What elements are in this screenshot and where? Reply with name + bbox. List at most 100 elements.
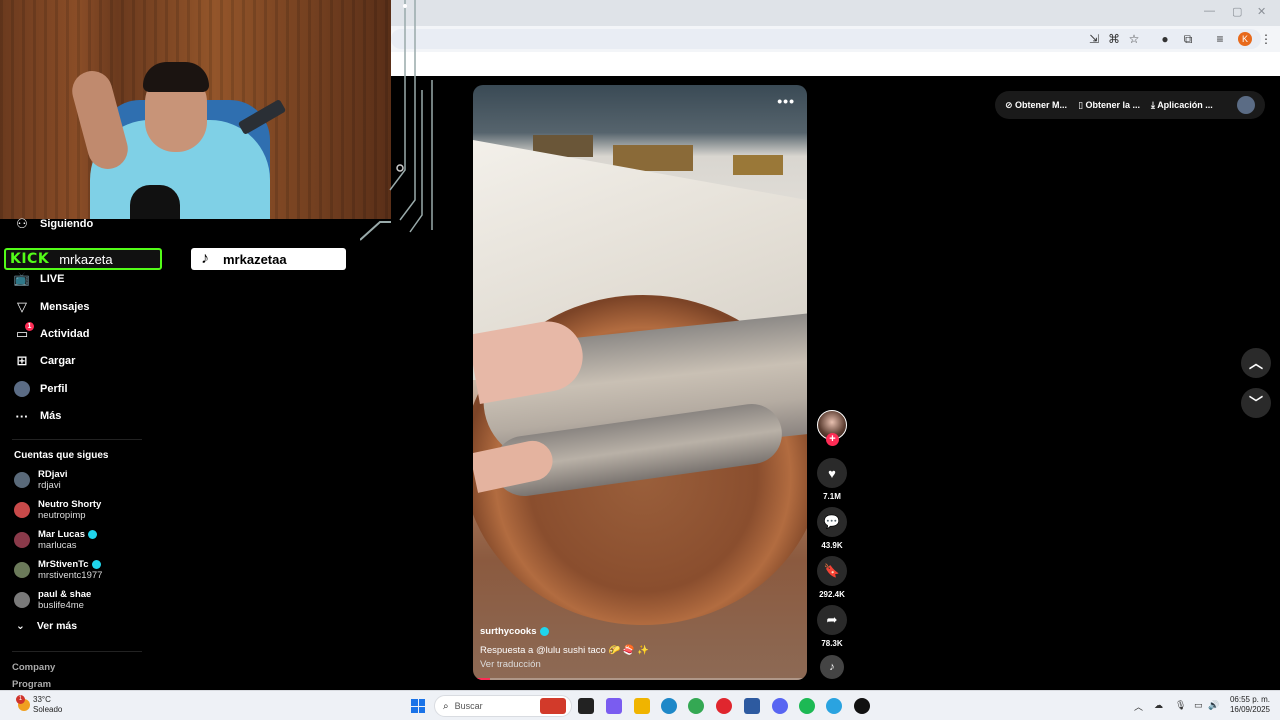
show-hidden-icons[interactable]: ︿ <box>1134 700 1143 713</box>
like-count: 7.1M <box>823 492 841 501</box>
spotify-icon[interactable] <box>799 698 815 714</box>
close-window-button[interactable]: ✕ <box>1257 5 1266 18</box>
upload-plus-icon: ⊞ <box>16 353 28 368</box>
sidebar-item-cargar[interactable]: ⊞ Cargar <box>14 351 76 371</box>
get-app-bar: ⊘ Obtener M... ▯ Obtener la ... ⤓ Aplica… <box>995 91 1265 119</box>
avatar <box>14 502 30 518</box>
windows-taskbar: 33°CSoleado ⌕ Buscar ︿ ☁ 🎙 ▭ 🔊 06:55 p. … <box>0 690 1280 720</box>
task-view-icon[interactable] <box>578 698 594 714</box>
video-author[interactable]: surthycooks <box>480 626 537 637</box>
browser-menu-icon[interactable]: ⋮ <box>1259 32 1273 46</box>
user-avatar[interactable] <box>1237 96 1255 114</box>
messages-send-icon: ▽ <box>17 299 27 314</box>
bookmark-star-icon[interactable]: ☆ <box>1127 32 1141 46</box>
like-action[interactable]: ♥ 7.1M <box>817 458 847 501</box>
video-more-options-icon[interactable]: ••• <box>777 93 795 109</box>
tiktok-channel-badge: ♪ mrkazetaa <box>191 248 346 270</box>
browser-profile-avatar[interactable]: K <box>1238 32 1252 46</box>
sidebar-item-actividad[interactable]: ▭ 1 Actividad <box>14 322 90 344</box>
bookmark-bar <box>391 52 1280 76</box>
profile-avatar <box>14 381 30 397</box>
see-more-button[interactable]: ⌄ Ver más <box>16 620 77 632</box>
tiktok-logo-icon: ♪ <box>201 250 209 267</box>
sun-icon <box>16 695 30 711</box>
comment-count: 43.9K <box>821 541 843 550</box>
widgets-icon[interactable] <box>540 698 566 714</box>
microphone <box>130 185 180 219</box>
save-count: 292.4K <box>819 590 845 599</box>
edge-icon[interactable] <box>661 698 677 714</box>
save-action[interactable]: 🔖 292.4K <box>817 556 847 599</box>
sidebar-item-siguiendo[interactable]: ⚇ Siguiendo <box>14 214 93 234</box>
followed-account[interactable]: Mar Lucas marlucas <box>14 526 97 554</box>
minimize-button[interactable]: — <box>1204 5 1215 17</box>
see-translation-link[interactable]: Ver traducción <box>480 659 780 670</box>
reading-list-icon[interactable]: ≡ <box>1213 32 1227 46</box>
followed-account[interactable]: MrStivenTc mrstiventc1977 <box>14 556 102 584</box>
following-accounts-title: Cuentas que sigues <box>14 450 109 461</box>
avatar <box>14 562 30 578</box>
install-app-icon[interactable]: ⇲ <box>1087 32 1101 46</box>
share-arrow-icon[interactable]: ➦ <box>817 605 847 635</box>
discord-icon[interactable] <box>772 698 788 714</box>
opera-icon[interactable] <box>716 698 732 714</box>
browser-tab-strip: — ▢ ✕ <box>391 0 1280 26</box>
extensions-puzzle-icon[interactable]: ⧉ <box>1181 32 1195 46</box>
more-dots-icon: ··· <box>15 408 29 424</box>
verified-badge-icon <box>88 529 97 539</box>
previous-video-button[interactable]: ︿ <box>1241 348 1271 378</box>
maximize-button[interactable]: ▢ <box>1232 5 1242 18</box>
sidebar-item-mensajes[interactable]: ▽ Mensajes <box>14 297 90 317</box>
store-icon[interactable] <box>744 698 760 714</box>
translate-icon[interactable]: ⌘ <box>1107 32 1121 46</box>
avatar <box>14 532 30 548</box>
windows-start-icon[interactable] <box>411 699 425 713</box>
weather-widget[interactable]: 33°CSoleado <box>16 695 62 715</box>
system-clock[interactable]: 06:55 p. m. 16/09/2025 <box>1226 695 1270 715</box>
sidebar-item-perfil[interactable]: Perfil <box>14 379 68 399</box>
kick-logo: KICK <box>10 251 50 267</box>
share-count: 78.3K <box>821 639 843 648</box>
video-caption: surthycooks Respuesta a @lulu sushi taco… <box>480 626 780 670</box>
chrome-icon[interactable] <box>688 698 704 714</box>
verified-badge-icon <box>539 626 549 636</box>
kick-channel-badge: KICK mrkazeta <box>4 248 162 270</box>
comment-icon[interactable]: 💬 <box>817 507 847 537</box>
activity-icon: ▭ 1 <box>14 322 34 342</box>
footer-link-program[interactable]: Program <box>12 679 51 690</box>
next-video-button[interactable]: ﹀ <box>1241 388 1271 418</box>
followed-account[interactable]: Neutro Shorty neutropimp <box>14 496 101 524</box>
footer-link-company[interactable]: Company <box>12 662 55 673</box>
extension-color-icon[interactable]: ● <box>1158 32 1172 46</box>
copilot-icon[interactable] <box>606 698 622 714</box>
get-coins-button[interactable]: ⊘ Obtener M... <box>1005 100 1067 111</box>
video-description: Respuesta a @lulu sushi taco 🌮 🍣 ✨ <box>480 645 650 656</box>
display-icon[interactable]: ▭ <box>1194 700 1203 711</box>
chevron-up-icon: ︿ <box>1249 355 1263 371</box>
video-progress-bar[interactable] <box>473 678 807 680</box>
desktop-app-button[interactable]: ⤓ Aplicación ... <box>1151 100 1213 111</box>
video-player[interactable]: ••• surthycooks Respuesta a @lulu sushi … <box>473 85 807 680</box>
obs-icon[interactable] <box>854 698 870 714</box>
bookmark-icon[interactable]: 🔖 <box>817 556 847 586</box>
avatar <box>14 472 30 488</box>
sidebar-item-live[interactable]: 📺 LIVE <box>14 269 65 289</box>
divider <box>12 439 142 440</box>
telegram-icon[interactable] <box>826 698 842 714</box>
sidebar-item-mas[interactable]: ··· Más <box>14 406 62 426</box>
search-icon: ⌕ <box>443 700 449 712</box>
followed-account[interactable]: paul & shae buslife4me <box>14 586 91 614</box>
chevron-down-icon: ⌄ <box>16 620 25 632</box>
music-disc-icon[interactable]: ♪ <box>820 655 844 679</box>
file-explorer-icon[interactable] <box>634 698 650 714</box>
get-app-button[interactable]: ▯ Obtener la ... <box>1078 100 1140 111</box>
volume-icon[interactable]: 🔊 <box>1208 700 1219 711</box>
followed-account[interactable]: RDjavi rdjavi <box>14 466 68 494</box>
comment-action[interactable]: 💬 43.9K <box>817 507 847 550</box>
chevron-down-icon: ﹀ <box>1249 395 1263 411</box>
microphone-icon[interactable]: 🎙 <box>1175 700 1186 711</box>
heart-icon[interactable]: ♥ <box>817 458 847 488</box>
follow-plus-icon[interactable]: + <box>826 433 839 446</box>
onedrive-icon[interactable]: ☁ <box>1154 700 1163 711</box>
share-action[interactable]: ➦ 78.3K <box>817 605 847 648</box>
